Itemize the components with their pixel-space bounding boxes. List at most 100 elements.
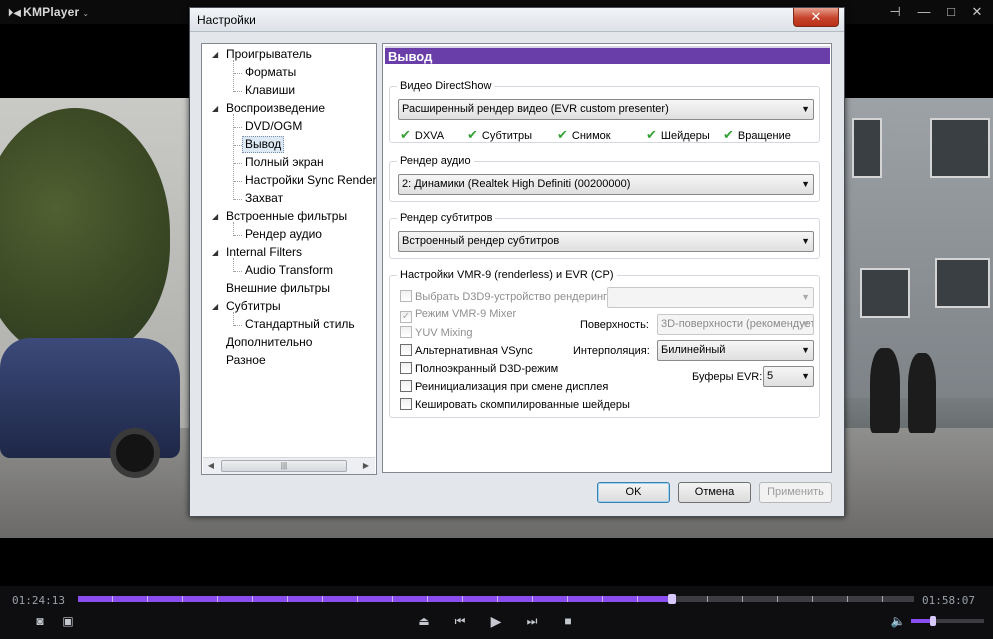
chevron-down-icon: ▼ (801, 104, 810, 114)
tree-item[interactable]: DVD/OGM (245, 118, 302, 135)
checkbox[interactable] (400, 326, 412, 338)
scroll-right-icon[interactable]: ▶ (361, 461, 371, 470)
tree-item[interactable]: Разное (226, 352, 266, 369)
eject-icon[interactable]: ⏏ (413, 612, 435, 630)
tree-connector (234, 163, 242, 164)
tree-item[interactable]: Вывод (242, 136, 285, 153)
apply-button[interactable]: Применить (759, 482, 832, 503)
tree-expanded-icon[interactable]: ◢ (212, 100, 218, 117)
close-icon[interactable]: ✕ (966, 3, 988, 21)
cancel-button[interactable]: Отмена (678, 482, 751, 503)
surface-value: 3D-поверхности (рекомендуется) (661, 318, 814, 330)
tree-item[interactable]: Полный экран (245, 154, 324, 171)
seek-handle[interactable] (667, 594, 676, 604)
chevron-down-icon: ▼ (801, 319, 810, 329)
checkmark-icon: ✔ (400, 127, 411, 142)
d3d9-device-select: ▼ (607, 287, 814, 308)
section-title: Вывод (385, 46, 830, 64)
feature-snapshot: ✔ Снимок (557, 127, 611, 143)
3d-icon[interactable]: ▣ (57, 612, 79, 630)
total-time: 01:58:07 (922, 594, 975, 607)
feature-label: Вращение (737, 130, 791, 142)
feature-label: Снимок (571, 130, 611, 142)
scroll-left-icon[interactable]: ◀ (206, 461, 216, 470)
option-select-d3d9-device[interactable]: Выбрать D3D9-устройство рендеринг (400, 290, 607, 304)
maximize-icon[interactable]: □ (940, 3, 962, 21)
tree-horizontal-scrollbar[interactable]: ◀ ||| ▶ (203, 457, 375, 474)
tree-item[interactable]: Внешние фильтры (226, 280, 330, 297)
feature-rotation: ✔ Вращение (723, 127, 791, 143)
video-person (908, 353, 936, 433)
option-yuv-mixing[interactable]: YUV Mixing (400, 326, 472, 340)
player-menu-button[interactable]: ⏵◀ KMPlayer ⌄ (8, 5, 89, 19)
checkbox[interactable] (400, 344, 412, 356)
tree-item[interactable]: Проигрыватель (226, 46, 312, 63)
checkmark-icon: ✔ (723, 127, 734, 142)
evr-buffers-value: 5 (767, 370, 774, 382)
tree-expanded-icon[interactable]: ◢ (212, 208, 218, 225)
vmr-evr-label: Настройки VMR-9 (renderless) и EVR (CP) (397, 269, 617, 281)
tree-item[interactable]: Форматы (245, 64, 296, 81)
checkbox-checked[interactable]: ✓ (400, 311, 412, 323)
checkbox[interactable] (400, 290, 412, 302)
ok-button[interactable]: OK (597, 482, 670, 503)
subtitle-renderer-select[interactable]: Встроенный рендер субтитров ▼ (398, 231, 814, 252)
checkbox[interactable] (400, 380, 412, 392)
play-icon[interactable]: ▶ (485, 612, 507, 630)
chevron-down-icon: ▼ (801, 371, 810, 381)
tree-item[interactable]: Рендер аудио (245, 226, 322, 243)
speaker-icon[interactable]: 🔈 (887, 612, 909, 630)
tree-item[interactable]: Audio Transform (245, 262, 333, 279)
option-label: YUV Mixing (415, 327, 473, 339)
audio-renderer-select[interactable]: 2: Динамики (Realtek High Definiti (0020… (398, 174, 814, 195)
tree-connector (234, 271, 242, 272)
option-cache-shaders[interactable]: Кешировать скомпилированные шейдеры (400, 398, 630, 412)
option-vmr9-mixer[interactable]: ✓ Режим VMR-9 Mixer (400, 308, 516, 323)
video-window (852, 118, 882, 178)
stop-icon[interactable]: ■ (557, 612, 579, 630)
option-fullscreen-d3d[interactable]: Полноэкранный D3D-режим (400, 362, 558, 376)
tree-item[interactable]: Дополнительно (226, 334, 312, 351)
tree-connector (234, 127, 242, 128)
option-reinit-on-display-change[interactable]: Реинициализация при смене дисплея (400, 380, 608, 394)
tree-item[interactable]: Субтитры (226, 298, 281, 315)
km-logo-icon: ⏵◀ (8, 8, 22, 19)
option-alt-vsync[interactable]: Альтернативная VSync (400, 344, 533, 358)
minimize-icon[interactable]: — (913, 3, 935, 21)
feature-subtitles: ✔ Субтитры (467, 127, 532, 143)
dialog-titlebar[interactable]: Настройки ✕ (190, 8, 844, 32)
dialog-close-button[interactable]: ✕ (793, 8, 839, 27)
elapsed-time: 01:24:13 (12, 594, 65, 607)
tree-guide (233, 60, 234, 92)
video-person (870, 348, 900, 433)
video-directshow-label: Видео DirectShow (397, 80, 495, 92)
tree-item[interactable]: Воспроизведение (226, 100, 325, 117)
volume-handle[interactable] (929, 616, 936, 626)
tree-expanded-icon[interactable]: ◢ (212, 46, 218, 63)
checkmark-icon: ✔ (467, 127, 478, 142)
tree-item[interactable]: Клавиши (245, 82, 295, 99)
vr-icon[interactable]: ◙ (29, 612, 51, 630)
evr-buffers-select[interactable]: 5 ▼ (763, 366, 814, 387)
video-renderer-select[interactable]: Расширенный рендер видео (EVR custom pre… (398, 99, 814, 120)
tree-item[interactable]: Настройки Sync Render (245, 172, 376, 189)
tree-connector (234, 145, 242, 146)
dialog-title: Настройки (197, 13, 256, 27)
checkbox[interactable] (400, 362, 412, 374)
interpolation-select[interactable]: Билинейный ▼ (657, 340, 814, 361)
tree-item[interactable]: Встроенные фильтры (226, 208, 347, 225)
settings-dialog: Настройки ✕ ◀ ||| ▶ Проигрыватель ◢ Формат… (189, 7, 845, 517)
tree-item[interactable]: Захват (245, 190, 283, 207)
pin-icon[interactable]: ⊣ (884, 3, 906, 21)
next-icon[interactable]: ⏭ (521, 612, 543, 630)
checkbox[interactable] (400, 398, 412, 410)
previous-icon[interactable]: ⏮ (449, 612, 471, 630)
scroll-thumb[interactable]: ||| (221, 460, 347, 472)
tree-guide (233, 312, 234, 326)
tree-expanded-icon[interactable]: ◢ (212, 244, 218, 261)
tree-item[interactable]: Internal Filters (226, 244, 302, 261)
volume-slider[interactable] (911, 616, 984, 626)
seek-bar[interactable] (78, 594, 914, 604)
tree-expanded-icon[interactable]: ◢ (212, 298, 218, 315)
tree-item[interactable]: Стандартный стиль (245, 316, 355, 333)
